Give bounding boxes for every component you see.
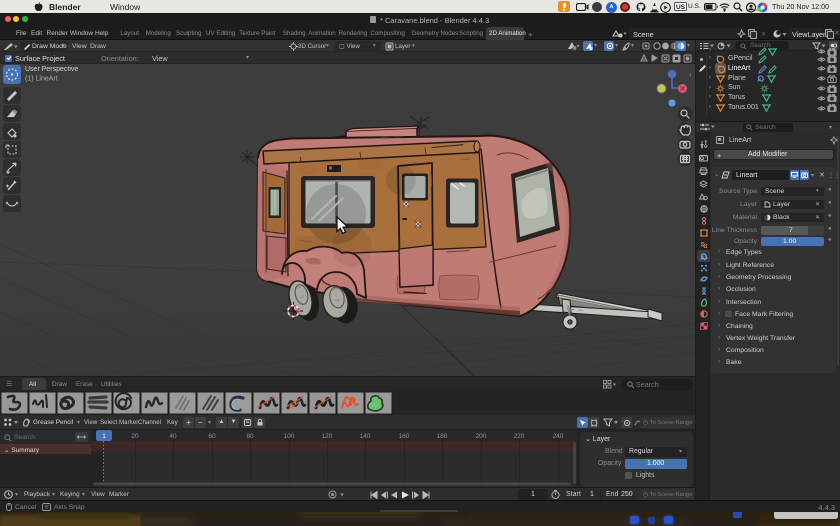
- svg-text:240: 240: [553, 433, 564, 440]
- svg-text:100: 100: [284, 433, 295, 440]
- svg-text:200: 200: [476, 433, 487, 440]
- svg-text:220: 220: [514, 433, 525, 440]
- svg-text:120: 120: [322, 433, 333, 440]
- svg-text:User Perspective: User Perspective: [25, 66, 78, 73]
- svg-text:180: 180: [437, 433, 448, 440]
- svg-text:80: 80: [246, 433, 254, 440]
- svg-text:20: 20: [131, 433, 139, 440]
- svg-text:160: 160: [399, 433, 410, 440]
- svg-text:140: 140: [360, 433, 371, 440]
- svg-text:(1) LineArt: (1) LineArt: [25, 76, 58, 83]
- svg-text:60: 60: [208, 433, 216, 440]
- svg-text:1: 1: [102, 433, 106, 440]
- svg-text:40: 40: [169, 433, 177, 440]
